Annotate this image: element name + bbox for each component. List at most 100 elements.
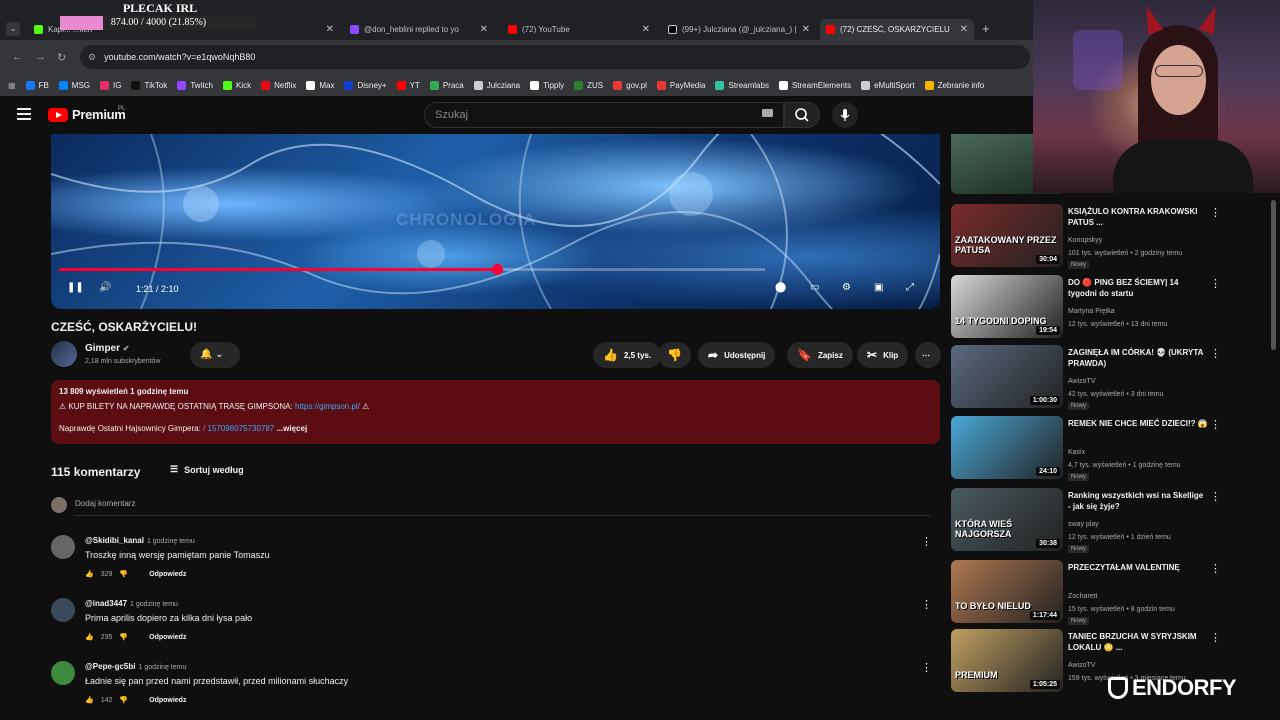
facebook-link[interactable]: / 157096075730787: [203, 424, 274, 433]
bookmark-item[interactable]: MSG: [58, 80, 90, 90]
reply-button[interactable]: Odpowiedz: [149, 571, 186, 578]
recommendation-more-icon[interactable]: ⋮: [1210, 277, 1221, 290]
close-tab-icon[interactable]: ✕: [802, 24, 810, 35]
reply-button[interactable]: Odpowiedz: [149, 697, 186, 704]
thumbs-up-icon[interactable]: 👍: [85, 696, 94, 704]
voice-search-button[interactable]: [832, 102, 858, 128]
search-input[interactable]: Szukaj: [424, 102, 784, 128]
recommendation-channel[interactable]: Martyna Piętka: [1068, 308, 1115, 315]
video-description[interactable]: 13 809 wyświetleń 1 godzinę temu ⚠ KUP B…: [51, 380, 940, 444]
recommendation-item[interactable]: 14 TYGODNI DOPING 19:54 DO 🔴 PING BEZ ŚCIE…: [951, 275, 1280, 341]
youtube-logo[interactable]: Premium: [48, 107, 126, 122]
recommendation-item[interactable]: ZAATAKOWANY PRZEZ PATUSA 30:04 KSIĄŻULO KO…: [951, 204, 1280, 270]
recommendation-more-icon[interactable]: ⋮: [1210, 562, 1221, 575]
back-icon[interactable]: ←: [12, 51, 23, 63]
thumbs-up-icon[interactable]: 👍: [85, 570, 94, 578]
thumbs-down-icon[interactable]: 👎: [119, 570, 128, 578]
keyboard-icon[interactable]: [762, 109, 773, 117]
search-button[interactable]: [784, 102, 820, 128]
close-tab-icon[interactable]: ✕: [480, 24, 488, 35]
show-more-link[interactable]: ...więcej: [276, 424, 307, 433]
recommendation-item[interactable]: 24:10 REMEK NIE CHCE MIEĆ DZIECI!? 😱 Kasix…: [951, 416, 1280, 482]
comment-more-icon[interactable]: ⋮: [921, 535, 932, 548]
autoplay-toggle[interactable]: ⬤: [775, 282, 786, 293]
close-tab-icon[interactable]: ✕: [642, 24, 650, 35]
clip-button[interactable]: ✂ Klip: [857, 342, 909, 368]
thumbs-up-icon[interactable]: 👍: [85, 633, 94, 641]
more-actions-button[interactable]: ⋯: [915, 342, 941, 368]
like-button[interactable]: 👍 2,5 tys.: [593, 342, 662, 368]
tab-list-button[interactable]: ⌄: [6, 22, 20, 36]
reply-button[interactable]: Odpowiedz: [149, 634, 186, 641]
bookmark-item[interactable]: gov.pl: [613, 80, 647, 90]
comment-avatar[interactable]: [51, 535, 75, 559]
apps-icon[interactable]: ▦: [8, 81, 16, 90]
bookmark-item[interactable]: FB: [25, 80, 49, 90]
menu-icon[interactable]: [17, 108, 31, 120]
browser-tab-3[interactable]: (72) YouTube ✕: [502, 19, 656, 40]
channel-avatar[interactable]: [51, 341, 77, 367]
bookmark-item[interactable]: Zebranie info: [924, 80, 984, 90]
comment-author[interactable]: @inad3447 1 godzinę temu: [85, 599, 178, 608]
recommendation-channel[interactable]: Konopskyy: [1068, 237, 1102, 244]
recommendation-channel[interactable]: sway play: [1068, 521, 1099, 528]
subtitles-icon[interactable]: ▭: [810, 282, 819, 293]
thumbs-down-icon[interactable]: 👎: [119, 633, 128, 641]
recommendation-more-icon[interactable]: ⋮: [1210, 206, 1221, 219]
video-player[interactable]: CHRONOLOGIA ❚❚ 🔊 1:21 / 2:10 ⬤ ▭ ⚙ ▣ ⤢: [51, 134, 940, 309]
bookmark-item[interactable]: Tipply: [530, 80, 564, 90]
recommendation-channel[interactable]: Zocharett: [1068, 593, 1098, 600]
bookmark-item[interactable]: Kick: [222, 80, 251, 90]
sidebar-scrollbar[interactable]: [1271, 200, 1276, 350]
recommendation-more-icon[interactable]: ⋮: [1210, 347, 1221, 360]
recommendation-more-icon[interactable]: ⋮: [1210, 418, 1221, 431]
sort-comments-button[interactable]: ☰ Sortuj według: [170, 464, 244, 475]
miniplayer-icon[interactable]: ▣: [874, 282, 883, 293]
bookmark-item[interactable]: StreamElements: [778, 80, 851, 90]
url-field[interactable]: ⚙ youtube.com/watch?v=e1qwoNqhB80: [80, 45, 1030, 69]
new-tab-button[interactable]: +: [982, 21, 990, 36]
bookmark-item[interactable]: ZUS: [574, 80, 603, 90]
thumbs-down-icon[interactable]: 👎: [119, 696, 128, 704]
recommendation-more-icon[interactable]: ⋮: [1210, 631, 1221, 644]
save-button[interactable]: 🔖 Zapisz: [787, 342, 853, 368]
comment-author[interactable]: @Skidibi_kanal 1 godzinę temu: [85, 536, 195, 545]
comment-author[interactable]: @Pepe-gc5bi 1 godzinę temu: [85, 662, 186, 671]
recommendation-item[interactable]: 1:00:30 ZAGINĘŁA IM CÓRKA! 💀 (UKRYTA PRAW…: [951, 345, 1280, 411]
recommendation-channel[interactable]: AwizoTV: [1068, 378, 1096, 385]
add-comment-input[interactable]: Dodaj komentarz: [75, 499, 135, 508]
bookmark-item[interactable]: Disney+: [344, 80, 387, 90]
fullscreen-icon[interactable]: ⤢: [906, 282, 914, 293]
recommendation-channel[interactable]: AwizoTV: [1068, 662, 1096, 669]
forward-icon[interactable]: →: [35, 51, 46, 63]
site-info-icon[interactable]: ⚙: [88, 52, 96, 63]
video-progress-bar[interactable]: [59, 264, 765, 275]
notification-bell-button[interactable]: 🔔 ⌄: [190, 342, 240, 368]
bookmark-item[interactable]: TikTok: [131, 80, 167, 90]
description-link[interactable]: https://gimpson.pl/: [295, 402, 360, 411]
bookmark-item[interactable]: Streamlabs: [715, 80, 769, 90]
comment-avatar[interactable]: [51, 661, 75, 685]
browser-tab-4[interactable]: (99+) Julcziana (@_julcziana_) | ✕: [662, 19, 816, 40]
recommendation-more-icon[interactable]: ⋮: [1210, 490, 1221, 503]
recommendation-channel[interactable]: Kasix: [1068, 449, 1085, 456]
comment-more-icon[interactable]: ⋮: [921, 661, 932, 674]
comment-more-icon[interactable]: ⋮: [921, 598, 932, 611]
comment-avatar[interactable]: [51, 598, 75, 622]
bookmark-item[interactable]: eMultiSport: [861, 80, 915, 90]
bookmark-item[interactable]: IG: [100, 80, 121, 90]
settings-icon[interactable]: ⚙: [842, 282, 851, 293]
dislike-button[interactable]: 👎: [658, 342, 691, 368]
bookmark-item[interactable]: Twitch: [177, 80, 213, 90]
recommendation-item[interactable]: TO BYŁO NIELUD 1:17:44 PRZECZYTAŁAM VALENT…: [951, 560, 1280, 626]
video-scrubber[interactable]: [491, 264, 503, 275]
browser-tab-2[interactable]: @don_heblini replied to yo ✕: [344, 19, 494, 40]
bookmark-item[interactable]: Praca: [429, 80, 464, 90]
pause-icon[interactable]: ❚❚: [67, 282, 84, 293]
close-tab-icon[interactable]: ✕: [326, 24, 334, 35]
browser-tab-active[interactable]: (72) CZEŚĆ, OSKARŻYCIELU ✕: [820, 19, 974, 40]
bookmark-item[interactable]: Max: [306, 80, 334, 90]
reload-icon[interactable]: ↻: [57, 51, 66, 64]
bookmark-item[interactable]: Julcziana: [473, 80, 520, 90]
channel-name[interactable]: Gimper ✔: [85, 343, 130, 354]
